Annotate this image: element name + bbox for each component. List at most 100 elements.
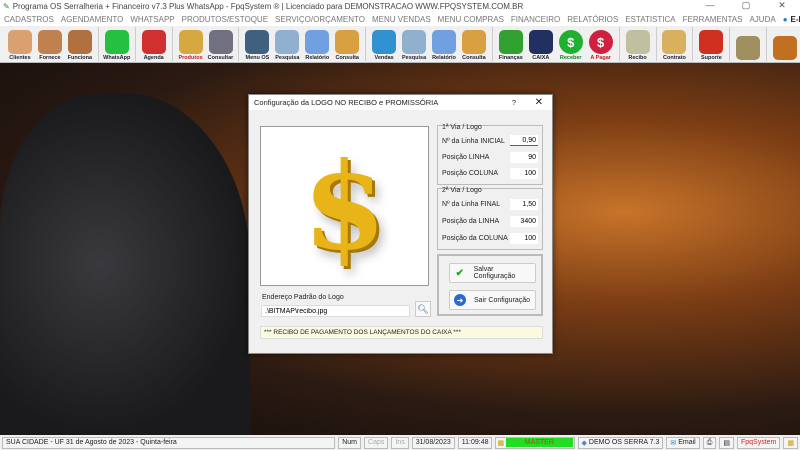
toolbar-label: Pesquisa [275,55,300,61]
toolbar-vendas-button[interactable]: Vendas [369,26,399,62]
maximize-button[interactable]: ▢ [728,0,764,11]
drawer-icon [461,30,486,54]
menu-estatistica[interactable]: ESTATISTICA [625,15,675,24]
via2-legend: 2ª Via / Logo [442,187,482,194]
via2-group: 2ª Via / Logo Nº da Linha FINAL Posição … [437,187,543,250]
menu-ajuda[interactable]: AJUDA [749,15,775,24]
status-num: Num [338,436,362,449]
exit-door-icon [773,36,798,60]
toolbar-caixa-button[interactable]: CAIXA [526,26,556,62]
toolbar-label: WhatsApp [103,55,131,61]
cashbook-icon [528,30,553,54]
search-docs-icon [275,30,300,54]
toolbar-label: CAIXA [532,55,550,61]
database-name: DEMO OS SERRA 7.3 [588,439,660,446]
toolbar-recibo-button[interactable]: Recibo [623,26,653,62]
receipt-banner: *** RECIBO DE PAGAMENTO DOS LANÇAMENTOS … [260,326,543,339]
dialog-close-button[interactable]: ✕ [535,97,543,108]
toolbar-label: Fornece [39,55,61,61]
toolbar-exit-door-button[interactable] [770,26,800,62]
toolbar-label: Funciona [67,55,93,61]
status-user: ▦ MASTER [495,436,575,449]
minimize-button[interactable]: — [692,0,728,11]
via1-line-input[interactable] [510,135,538,146]
toolbar-funciona-button[interactable]: Funciona [65,26,95,62]
browse-button[interactable]: 🔍︎ [415,301,431,317]
toolbar-agenda-button[interactable]: Agenda [139,26,169,62]
toolbar-separator [491,27,493,61]
status-email[interactable]: ✉ Email [666,436,700,449]
toolbar-menu-os-button[interactable]: Menu OS [242,26,272,62]
toolbar-pesquisa-button[interactable]: Pesquisa [272,26,302,62]
via2-row-input[interactable] [510,216,538,227]
toolbar-produtos-button[interactable]: Produtos [176,26,206,62]
via1-col-label: Posição COLUNA [442,170,499,177]
user-name: MASTER [506,438,573,447]
save-config-button[interactable]: ✔ Salvar Configuração [449,263,536,283]
calendar-icon[interactable]: ▦ [783,436,798,449]
menu-ferramentas[interactable]: FERRAMENTAS [683,15,743,24]
toolbar-relat-rio-button[interactable]: Relatório [429,26,459,62]
whatsapp-icon [104,30,129,54]
toolbar-label: Finanças [498,55,523,61]
toolbar-suporte-button[interactable]: Suporte [696,26,726,62]
path-label: Endereço Padrão do Logo [262,294,344,301]
menu-vendas[interactable]: MENU VENDAS [372,15,431,24]
exit-config-label: Sair Configuração [474,296,531,304]
close-button[interactable]: ✕ [764,0,800,11]
menu-servico[interactable]: SERVIÇO/ORÇAMENTO [275,15,365,24]
via2-line-input[interactable] [510,199,538,210]
toolbar-coins-button[interactable] [733,26,763,62]
calculator-icon[interactable]: ▤ [719,436,734,449]
menu-produtos[interactable]: PRODUTOS/ESTOQUE [182,15,268,24]
printer-icon [432,30,456,54]
toolbar-finan-as-button[interactable]: Finanças [496,26,526,62]
status-caps: Caps [364,436,389,449]
toolbar-relat-rio-button[interactable]: Relatório [302,26,332,62]
toolbar-label: Consultar [207,55,234,61]
monitor-icon [372,30,397,54]
employee-icon [67,30,92,54]
toolbar-label: Agenda [143,55,164,61]
menu-relatorios[interactable]: RELATÓRIOS [567,15,618,24]
menu-whatsapp[interactable]: WHATSAPP [130,15,174,24]
exit-config-button[interactable]: ➜ Sair Configuração [449,290,536,310]
menu-agendamento[interactable]: AGENDAMENTO [61,15,124,24]
logo-path-input[interactable] [261,305,410,317]
toolbar-separator [171,27,173,61]
clients-icon [7,30,32,54]
menu-bar: CADASTROS AGENDAMENTO WHATSAPP PRODUTOS/… [0,13,800,26]
toolbar-fornece-button[interactable]: Fornece [35,26,65,62]
toolbar-separator [97,27,99,61]
menu-cadastros[interactable]: CADASTROS [4,15,54,24]
menu-financeiro[interactable]: FINANCEIRO [511,15,560,24]
toolbar-separator [365,27,367,61]
via1-row-input[interactable] [510,152,538,163]
via2-col-input[interactable] [510,233,538,244]
via2-line-label: Nº da Linha FINAL [442,201,501,208]
via1-col-input[interactable] [510,168,538,179]
toolbar-contrato-button[interactable]: Contrato [660,26,690,62]
toolbar-a-pagar-button[interactable]: $ A Pagar [586,26,616,62]
toolbar-whatsapp-button[interactable]: WhatsApp [102,26,132,62]
logo-config-dialog: Configuração da LOGO NO RECIBO e PROMISS… [248,94,553,354]
menu-email[interactable]: E-MAIL [791,15,800,24]
toolbar-receber-button[interactable]: $ Receber [556,26,586,62]
toolbar-consulta-button[interactable]: Consulta [332,26,362,62]
toolbar: Clientes Fornece Funciona WhatsApp Agenda Pro… [0,26,800,63]
toolbar-label: Contrato [663,55,686,61]
toolbar-label: Menu OS [245,55,270,61]
printer-icon[interactable]: ⎙ [702,436,717,449]
toolbar-label: Consulta [462,55,486,61]
pay-dollar-icon: $ [588,30,613,54]
title-bar: ✎ Programa OS Serralheria + Financeiro v… [0,0,800,13]
app-icon: ✎ [3,2,10,11]
menu-compras[interactable]: MENU COMPRAS [438,15,504,24]
toolbar-consulta-button[interactable]: Consulta [459,26,489,62]
dialog-title: Configuração da LOGO NO RECIBO e PROMISS… [254,98,439,107]
toolbar-clientes-button[interactable]: Clientes [5,26,35,62]
toolbar-label: A Pagar [590,55,611,61]
help-button[interactable]: ? [512,98,516,107]
toolbar-consultar-button[interactable]: Consultar [206,26,236,62]
toolbar-pesquisa-button[interactable]: Pesquisa [399,26,429,62]
